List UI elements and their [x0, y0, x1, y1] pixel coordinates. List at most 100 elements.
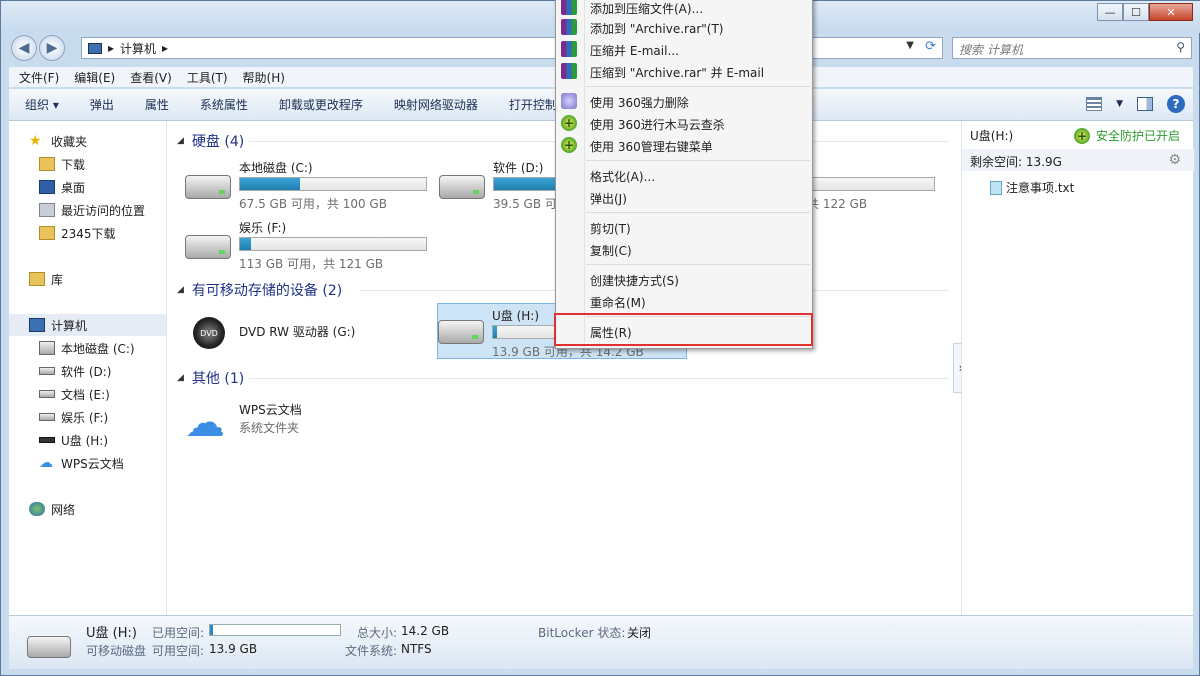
drive-g-tile[interactable]: DVD DVD RW 驱动器 (G:) — [185, 307, 435, 363]
gear-icon[interactable]: ⚙ — [1168, 152, 1181, 168]
sidebar-item-label: 收藏夹 — [51, 134, 88, 149]
menu-item-label: 重命名(M) — [590, 296, 646, 310]
sidebar-item-recent[interactable]: 最近访问的位置 — [39, 199, 145, 221]
menu-separator — [586, 86, 810, 87]
menu-item-compress-rar-email[interactable]: 压缩到 "Archive.rar" 并 E-mail — [556, 60, 812, 82]
text-file-icon — [990, 180, 1002, 195]
sidebar-item-drive-f[interactable]: 娱乐 (F:) — [39, 406, 108, 428]
eject-button[interactable]: 弹出 — [74, 96, 129, 113]
drive-c-tile[interactable]: 本地磁盘 (C:) 67.5 GB 可用，共 100 GB — [185, 159, 435, 215]
breadcrumb-computer[interactable]: 计算机 — [120, 40, 156, 57]
menu-help[interactable]: 帮助(H) — [233, 69, 290, 86]
address-dropdown-icon[interactable]: ▼ — [906, 40, 914, 51]
sidebar-item-drive-c[interactable]: 本地磁盘 (C:) — [39, 337, 135, 359]
capacity-bar — [239, 177, 427, 191]
details-used-fill — [210, 625, 213, 635]
breadcrumb-separator: ▸ — [108, 41, 115, 55]
shield-plus-icon: + — [561, 137, 577, 153]
help-icon[interactable]: ? — [1167, 95, 1185, 113]
sidebar-item-desktop[interactable]: 桌面 — [39, 176, 85, 198]
details-free-label: 可用空间: — [152, 644, 205, 658]
menu-item-cut[interactable]: 剪切(T) — [556, 216, 812, 238]
winrar-icon — [561, 41, 577, 57]
system-properties-button[interactable]: 系统属性 — [184, 96, 263, 113]
view-dropdown-icon[interactable]: ▼ — [1116, 99, 1123, 109]
uninstall-program-button[interactable]: 卸载或更改程序 — [263, 96, 378, 113]
details-bitlocker-label: BitLocker 状态: — [538, 626, 626, 640]
menu-item-create-shortcut[interactable]: 创建快捷方式(S) — [556, 268, 812, 290]
preview-pane: U盘(H:) + 安全防护已开启 剩余空间: 13.9G ⚙ 注意事项.txt — [961, 121, 1194, 615]
preview-pane-icon[interactable] — [1137, 97, 1153, 111]
menu-tools[interactable]: 工具(T) — [177, 69, 233, 86]
sidebar-item-2345-downloads[interactable]: 2345下载 — [39, 222, 116, 244]
forward-button[interactable]: ▶ — [39, 35, 65, 61]
menu-file[interactable]: 文件(F) — [9, 69, 64, 86]
menu-item-compress-email[interactable]: 压缩并 E-mail... — [556, 38, 812, 60]
sidebar-item-label: 最近访问的位置 — [61, 203, 146, 218]
sidebar-item-favorites[interactable]: ★ 收藏夹 — [29, 130, 87, 152]
sidebar-item-label: 本地磁盘 (C:) — [61, 341, 135, 356]
change-view-icon[interactable] — [1086, 97, 1103, 111]
sidebar-item-drive-d[interactable]: 软件 (D:) — [39, 360, 111, 382]
sidebar-item-drive-h[interactable]: U盘 (H:) — [39, 429, 108, 451]
collapse-triangle-icon[interactable]: ◢ — [177, 373, 184, 383]
map-network-drive-button[interactable]: 映射网络驱动器 — [378, 96, 493, 113]
menu-item-add-to-rar[interactable]: 添加到 "Archive.rar"(T) — [556, 16, 812, 38]
address-bar[interactable]: ▸ 计算机 ▸ ▼ ⟳ — [81, 37, 943, 59]
menu-item-eject[interactable]: 弹出(J) — [556, 186, 812, 208]
properties-button[interactable]: 属性 — [129, 96, 184, 113]
menu-item-label: 剪切(T) — [590, 222, 631, 236]
back-arrow-icon: ◀ — [18, 40, 30, 56]
menu-item-label: 弹出(J) — [590, 192, 627, 206]
group-header-other[interactable]: ◢ 其他 (1) — [177, 368, 244, 388]
window-controls: — ☐ ✕ — [1097, 3, 1193, 21]
shield-plus-icon: + — [561, 115, 577, 131]
menu-item-360-manage-menu[interactable]: + 使用 360管理右键菜单 — [556, 134, 812, 156]
file-item[interactable]: 注意事项.txt — [990, 179, 1074, 196]
menu-item-360-force-delete[interactable]: 使用 360强力删除 — [556, 90, 812, 112]
search-input[interactable]: 搜索 计算机 ⚲ — [952, 37, 1192, 59]
menu-item-360-trojan-scan[interactable]: + 使用 360进行木马云查杀 — [556, 112, 812, 134]
group-title: 其他 (1) — [191, 371, 245, 387]
refresh-icon[interactable]: ⟳ — [925, 39, 936, 54]
file-name: 注意事项.txt — [1006, 181, 1075, 195]
minimize-button[interactable]: — — [1097, 3, 1123, 21]
sidebar-item-libraries[interactable]: 库 — [29, 268, 63, 290]
organize-button[interactable]: 组织 ▾ — [9, 96, 74, 113]
menu-item-format[interactable]: 格式化(A)... — [556, 164, 812, 186]
close-button[interactable]: ✕ — [1149, 3, 1193, 21]
drive-name: DVD RW 驱动器 (G:) — [239, 325, 356, 339]
wps-cloud-tile[interactable]: ☁ WPS云文档 系统文件夹 — [185, 397, 435, 453]
sidebar-item-label: 娱乐 (F:) — [61, 410, 109, 425]
sidebar-item-computer[interactable]: 计算机 — [9, 314, 166, 336]
folder-icon — [39, 226, 55, 240]
menu-item-label: 添加到压缩文件(A)... — [590, 2, 704, 16]
collapse-triangle-icon[interactable]: ◢ — [177, 285, 184, 295]
group-title: 有可移动存储的设备 (2) — [191, 283, 343, 299]
sidebar-item-label: 文档 (E:) — [61, 387, 110, 402]
menu-edit[interactable]: 编辑(E) — [64, 69, 120, 86]
menu-item-copy[interactable]: 复制(C) — [556, 238, 812, 260]
search-icon[interactable]: ⚲ — [1176, 40, 1185, 54]
sidebar-item-wps-cloud[interactable]: ☁ WPS云文档 — [39, 452, 124, 474]
drive-icon — [185, 229, 231, 261]
computer-icon — [88, 42, 102, 54]
sidebar-item-label: 库 — [51, 272, 64, 287]
group-header-removable[interactable]: ◢ 有可移动存储的设备 (2) — [177, 280, 342, 300]
collapse-triangle-icon[interactable]: ◢ — [177, 136, 184, 146]
sidebar-item-drive-e[interactable]: 文档 (E:) — [39, 383, 110, 405]
drive-name: U盘 (H:) — [492, 309, 540, 323]
menu-view[interactable]: 查看(V) — [120, 69, 177, 86]
security-status[interactable]: + 安全防护已开启 — [1074, 127, 1180, 144]
sidebar-item-network[interactable]: 网络 — [29, 498, 75, 520]
menu-item-rename[interactable]: 重命名(M) — [556, 290, 812, 312]
recent-places-icon — [39, 203, 55, 217]
security-status-text: 安全防护已开启 — [1096, 129, 1181, 143]
group-header-hard-disks[interactable]: ◢ 硬盘 (4) — [177, 131, 244, 151]
drive-f-tile[interactable]: 娱乐 (F:) 113 GB 可用，共 121 GB — [185, 219, 435, 275]
back-button[interactable]: ◀ — [11, 35, 37, 61]
breadcrumb-separator: ▸ — [162, 41, 169, 55]
group-divider — [249, 378, 949, 379]
sidebar-item-downloads[interactable]: 下载 — [39, 153, 85, 175]
maximize-button[interactable]: ☐ — [1123, 3, 1149, 21]
